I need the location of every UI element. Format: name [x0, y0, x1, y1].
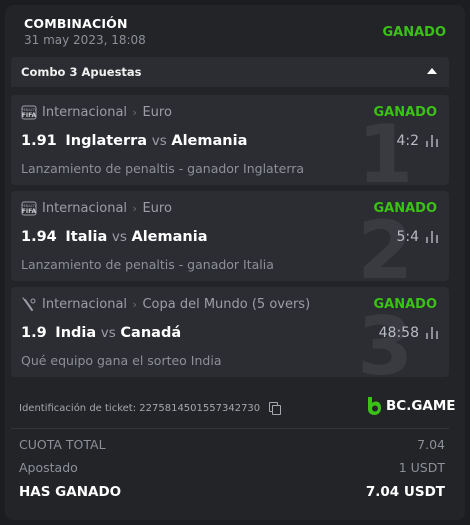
total-odds-row: CUOTA TOTAL 7.04	[19, 437, 445, 452]
leg-category[interactable]: Internacional	[42, 201, 127, 216]
leg-league[interactable]: Euro	[142, 105, 171, 120]
leg-market: Lanzamiento de penaltis - ganador Italia	[21, 257, 274, 272]
brand-logo: BC.GAME	[366, 396, 456, 416]
winnings-value: 7.04 USDT	[365, 484, 445, 500]
home-team: Italia	[65, 229, 108, 245]
brand-name: BC.GAME	[386, 398, 456, 414]
stats-icon[interactable]	[426, 135, 438, 147]
svg-text:FIFA: FIFA	[22, 112, 37, 119]
bet-leg-3[interactable]: 3 Internacional › Copa del Mundo (5 over…	[11, 287, 449, 377]
total-odds-value: 7.04	[417, 437, 445, 452]
staked-value: 1 USDT	[398, 460, 445, 475]
match-score: 5:4	[396, 229, 419, 245]
leg-league[interactable]: Copa del Mundo (5 overs)	[142, 297, 310, 312]
breadcrumb-separator-icon: ›	[129, 202, 141, 215]
leg-number-watermark: 2	[357, 204, 413, 282]
leg-category[interactable]: Internacional	[42, 297, 127, 312]
efootball-penalty-icon: PENALTY FIFA	[21, 201, 37, 216]
versus-label: vs	[100, 325, 116, 341]
ticket-id-value: 2275814501557342730	[139, 403, 261, 414]
combo-label: Combo 3 Apuestas	[21, 65, 142, 79]
home-team: Inglaterra	[65, 133, 148, 149]
away-team: Canadá	[120, 325, 182, 341]
away-team: Alemania	[131, 229, 208, 245]
leg-status-badge: GANADO	[373, 201, 437, 216]
staked-label: Apostado	[19, 460, 78, 475]
copy-icon[interactable]	[269, 402, 282, 415]
bet-date: 31 may 2023, 18:08	[24, 33, 146, 47]
leg-odds: 1.91	[21, 133, 57, 149]
winnings-label: HAS GANADO	[19, 484, 122, 500]
breadcrumb-separator-icon: ›	[129, 298, 141, 311]
bet-leg-1[interactable]: 1 PENALTY FIFA Internacional › Euro GANA…	[11, 95, 449, 185]
bet-status-badge: GANADO	[382, 25, 446, 40]
bet-leg-2[interactable]: 2 PENALTY FIFA Internacional › Euro GANA…	[11, 191, 449, 281]
versus-label: vs	[111, 229, 127, 245]
ticket-id-label: Identificación de ticket:	[19, 403, 137, 414]
leg-odds: 1.94	[21, 229, 57, 245]
combo-toggle[interactable]: Combo 3 Apuestas	[11, 57, 449, 87]
leg-status-badge: GANADO	[373, 297, 437, 312]
leg-odds: 1.9	[21, 325, 47, 341]
staked-row: Apostado 1 USDT	[19, 460, 445, 475]
svg-text:FIFA: FIFA	[22, 208, 37, 215]
leg-league[interactable]: Euro	[142, 201, 171, 216]
match-score: 4:2	[396, 133, 419, 149]
away-team: Alemania	[171, 133, 248, 149]
bet-type-title: COMBINACIÓN	[24, 16, 128, 31]
divider	[11, 428, 449, 429]
match-score: 48:58	[378, 325, 419, 341]
leg-status-badge: GANADO	[373, 105, 437, 120]
winnings-row: HAS GANADO 7.04 USDT	[19, 484, 445, 500]
breadcrumb-separator-icon: ›	[129, 106, 141, 119]
leg-market: Qué equipo gana el sorteo India	[21, 353, 222, 368]
stats-icon[interactable]	[426, 327, 438, 339]
versus-label: vs	[151, 133, 167, 149]
home-team: India	[55, 325, 97, 341]
ticket-id-row: Identificación de ticket: 22758145015573…	[19, 402, 282, 415]
chevron-up-icon[interactable]	[427, 68, 437, 74]
leg-number-watermark: 3	[357, 300, 413, 378]
total-odds-label: CUOTA TOTAL	[19, 437, 106, 452]
leg-number-watermark: 1	[357, 108, 413, 186]
efootball-penalty-icon: PENALTY FIFA	[21, 105, 37, 120]
leg-market: Lanzamiento de penaltis - ganador Inglat…	[21, 161, 305, 176]
bc-game-logo-icon	[368, 397, 381, 415]
cricket-icon	[22, 297, 36, 311]
leg-category[interactable]: Internacional	[42, 105, 127, 120]
stats-icon[interactable]	[426, 231, 438, 243]
